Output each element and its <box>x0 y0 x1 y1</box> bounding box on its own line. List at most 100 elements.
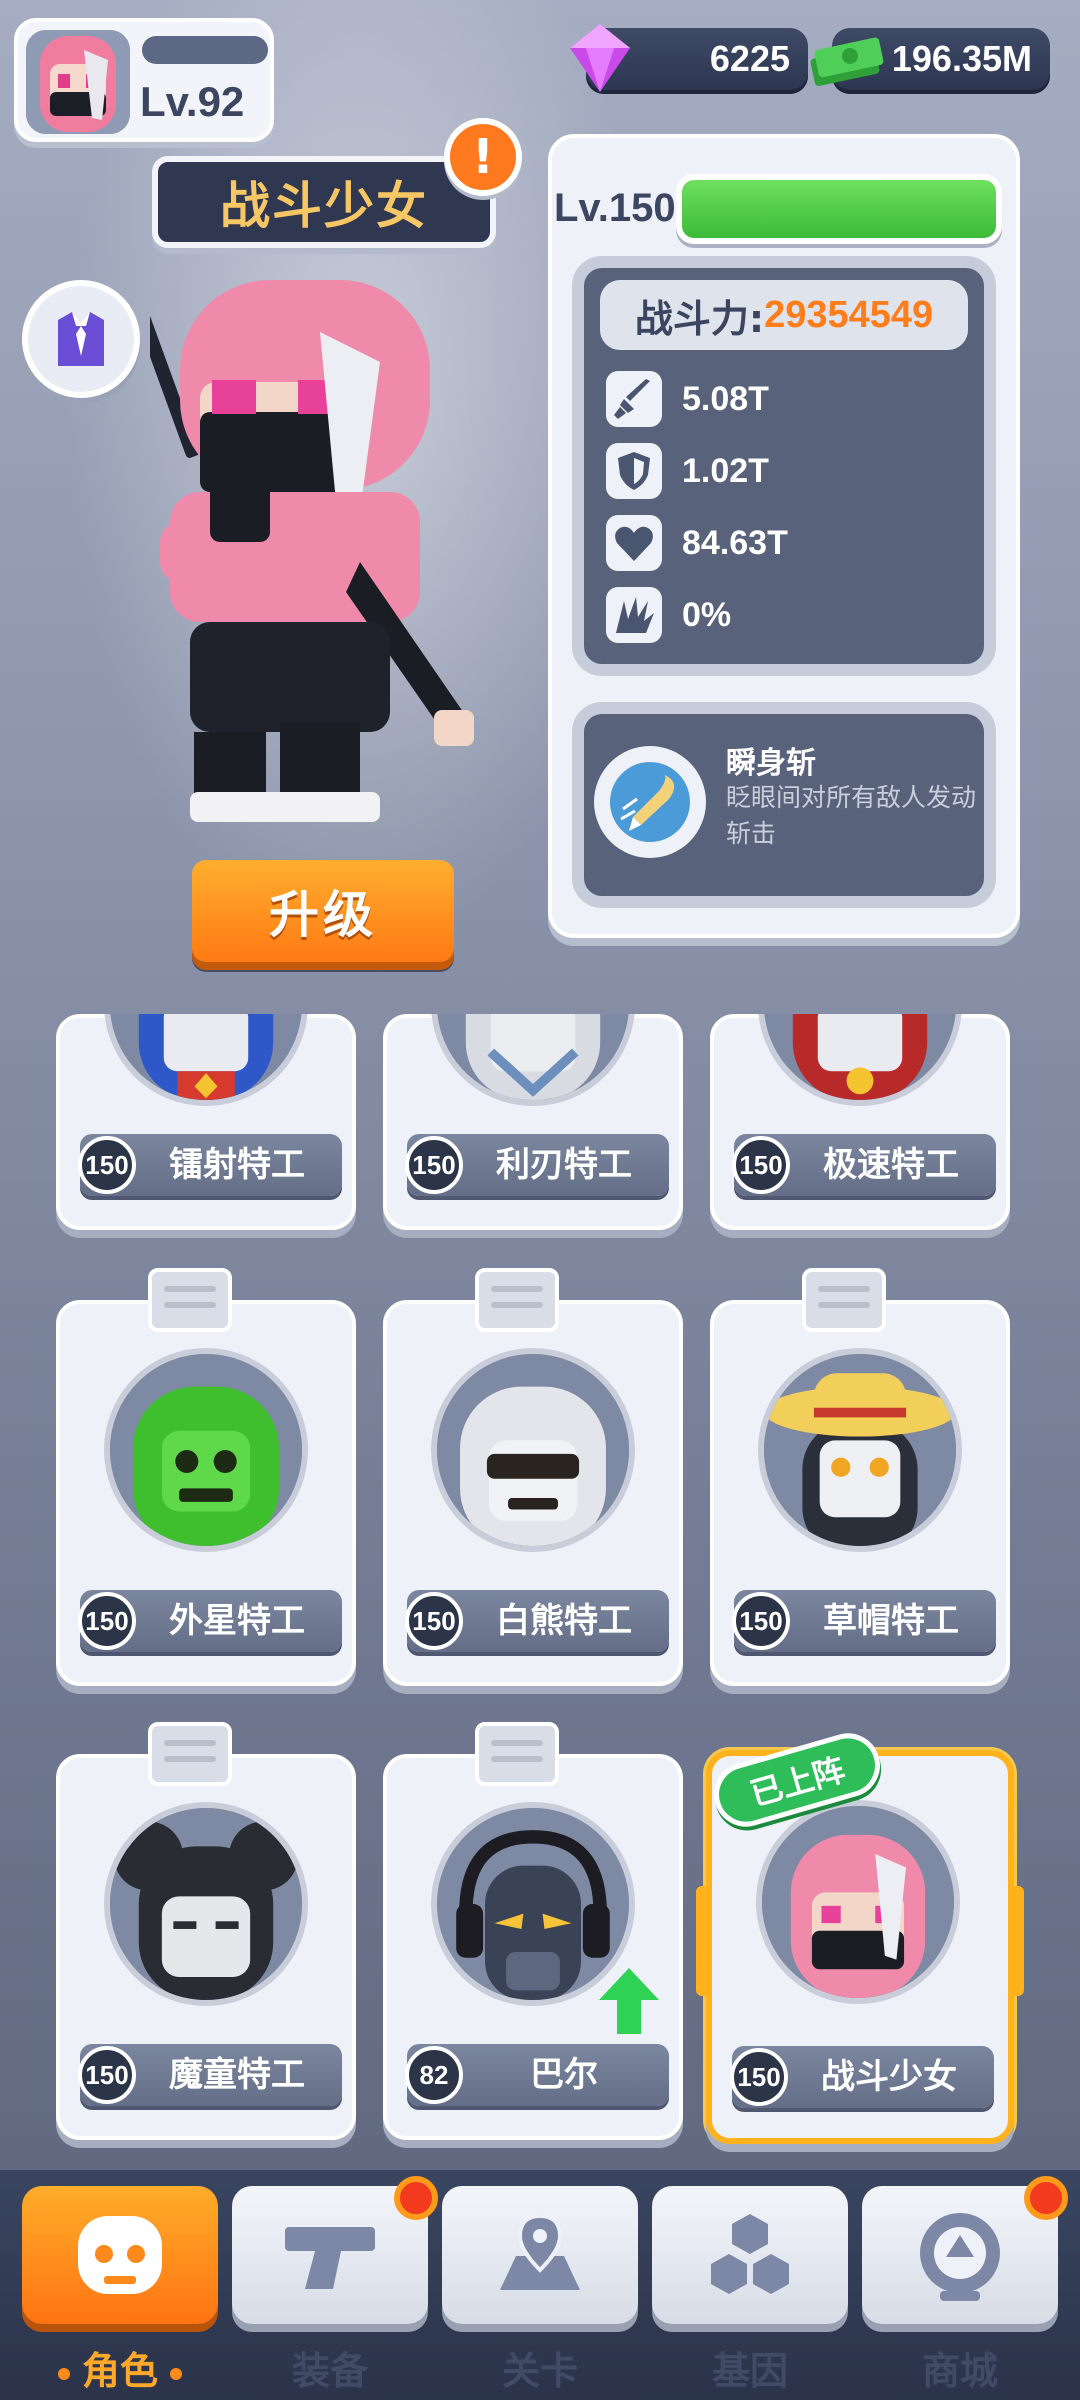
nav-tab-shop[interactable] <box>862 2176 1068 2324</box>
hero-portrait <box>758 1348 962 1552</box>
gems-counter[interactable]: 6225 <box>570 24 808 94</box>
cash-counter[interactable]: 196.35M <box>810 28 1050 94</box>
nav-tab-levels[interactable] <box>442 2186 638 2324</box>
hero-portrait <box>758 1014 962 1106</box>
roster-card[interactable]: 82 巴尔 <box>383 1722 683 2140</box>
alert-icon[interactable]: ! <box>444 118 522 196</box>
crit-claw-icon <box>606 587 662 643</box>
roster-name: 巴尔 <box>530 2055 598 2095</box>
nav-tab-equipment[interactable] <box>232 2176 438 2324</box>
active-dot-left <box>57 2367 70 2380</box>
selected-indicator-left <box>696 1886 710 1996</box>
roster-level: 150 <box>732 1592 790 1650</box>
selected-indicator-right <box>1010 1886 1024 1996</box>
skull-character-icon <box>78 2216 162 2294</box>
hero-level: Lv.150 <box>554 186 676 230</box>
roster-card[interactable]: 150 镭射特工 <box>56 1014 356 1230</box>
gun-equipment-icon <box>285 2227 375 2289</box>
avatar-ninja-icon <box>26 30 130 134</box>
hero-portrait <box>104 1802 308 2006</box>
hero-portrait <box>431 1014 635 1106</box>
stat-attack-value: 5.08T <box>682 379 769 418</box>
shop-badge-icon <box>920 2213 1000 2301</box>
roster-level: 150 <box>405 1136 463 1194</box>
hero-name: 战斗少女 <box>220 177 428 235</box>
nav-label-genes: 基因 <box>711 2349 788 2393</box>
skill-description: 眨眼间对所有敌人发动斩击 <box>726 783 977 848</box>
roster-card[interactable]: 150 外星特工 <box>56 1268 356 1686</box>
shirt-tie-icon <box>58 312 104 366</box>
hero-stats-box: 战斗力: 29354549 5.08T 1.02T 84.63T 0% <box>572 256 996 676</box>
hexagon-gene-icon <box>711 2214 789 2294</box>
active-dot-right <box>170 2367 182 2380</box>
hero-name-plate: 战斗少女 <box>152 156 496 248</box>
roster-label: 150 外星特工 <box>78 1590 342 1652</box>
roster-name: 极速特工 <box>823 1145 959 1185</box>
roster-name: 镭射特工 <box>169 1145 305 1185</box>
roster-name: 外星特工 <box>169 1601 305 1641</box>
roster-level: 150 <box>732 1136 790 1194</box>
roster-name: 白熊特工 <box>496 1601 632 1641</box>
roster-label: 150 镭射特工 <box>78 1134 342 1196</box>
roster-card[interactable]: 150 魔童特工 <box>56 1722 356 2140</box>
combat-power: 战斗力: 29354549 <box>600 280 968 350</box>
hero-portrait <box>756 1800 960 2004</box>
roster-card[interactable]: 150 白熊特工 <box>383 1268 683 1686</box>
nav-label-equipment: 装备 <box>291 2349 368 2393</box>
roster-name: 战斗少女 <box>821 2057 957 2097</box>
nav-label-shop: 商城 <box>921 2349 998 2393</box>
combat-power-value: 29354549 <box>764 293 934 336</box>
roster-label: 150 魔童特工 <box>78 2044 342 2106</box>
gems-value: 6225 <box>709 38 790 79</box>
stat-attack: 5.08T <box>606 370 769 428</box>
player-avatar[interactable] <box>26 30 130 134</box>
roster-label: 150 白熊特工 <box>405 1590 669 1652</box>
upgrade-arrow-icon <box>599 1968 659 2034</box>
outfit-button[interactable] <box>22 280 140 398</box>
hero-roster-grid[interactable]: 150 镭射特工 150 利刃特工 150 极速特工 150 外星特工 150 … <box>0 1014 1080 2168</box>
gem-icon <box>570 24 630 92</box>
roster-card[interactable]: 150 利刃特工 <box>383 1014 683 1230</box>
card-clip <box>802 1268 886 1332</box>
notification-dot <box>1024 2176 1068 2220</box>
roster-level: 150 <box>78 1592 136 1650</box>
player-name-bar <box>142 36 268 64</box>
hero-skill-box[interactable]: 瞬身斩 眨眼间对所有敌人发动斩击 <box>572 702 996 908</box>
roster-level: 150 <box>730 2048 788 2106</box>
upgrade-button[interactable]: 升级 <box>192 860 454 962</box>
player-level: Lv.92 <box>140 78 245 125</box>
roster-card[interactable]: 150 草帽特工 <box>710 1268 1010 1686</box>
roster-name: 利刃特工 <box>496 1145 632 1185</box>
stat-defense-value: 1.02T <box>682 451 769 490</box>
combat-power-label: 战斗力: <box>634 296 765 341</box>
roster-level: 150 <box>78 2046 136 2104</box>
roster-label: 150 极速特工 <box>732 1134 996 1196</box>
skill-name: 瞬身斩 <box>726 746 816 781</box>
card-clip <box>148 1268 232 1332</box>
nav-label-characters: 角色 <box>22 2340 218 2395</box>
notification-dot <box>394 2176 438 2220</box>
cash-stack-icon <box>810 37 884 87</box>
player-profile-card[interactable]: Lv.92 <box>14 18 274 142</box>
map-pin-icon <box>500 2213 580 2290</box>
cash-value: 196.35M <box>891 38 1032 79</box>
card-clip <box>475 1722 559 1786</box>
stat-defense: 1.02T <box>606 442 769 500</box>
hero-3d-model[interactable] <box>150 262 490 842</box>
stat-crit-value: 0% <box>682 595 732 634</box>
hero-exp-bar <box>676 174 1002 244</box>
roster-card-selected[interactable]: 已上阵 150 战斗少女 <box>696 1725 1024 2144</box>
hero-portrait <box>104 1014 308 1106</box>
stat-health-value: 84.63T <box>682 523 788 562</box>
roster-label: 150 草帽特工 <box>732 1590 996 1652</box>
nav-tab-genes[interactable] <box>652 2186 848 2324</box>
defense-shield-icon <box>606 443 662 499</box>
hero-portrait <box>104 1348 308 1552</box>
attack-sword-icon <box>606 371 662 427</box>
roster-name: 草帽特工 <box>823 1601 959 1641</box>
stat-crit: 0% <box>606 586 731 644</box>
nav-tab-characters[interactable] <box>22 2186 218 2324</box>
stat-health: 84.63T <box>606 514 788 572</box>
roster-level: 150 <box>78 1136 136 1194</box>
roster-card[interactable]: 150 极速特工 <box>710 1014 1010 1230</box>
